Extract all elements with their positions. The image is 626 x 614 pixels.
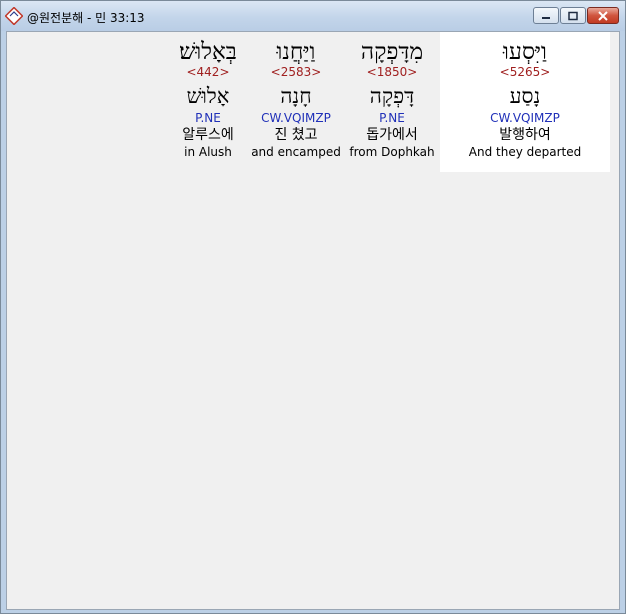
close-button[interactable] [587,7,619,24]
hebrew-word: בְּאָלוּשׁ׃ [179,39,237,65]
verse-words-row: וַיִּסְעוּ <5265> נָסַע CW.VQIMZP 발행하여 A… [168,32,610,172]
parsing-code: CW.VQIMZP [490,111,560,125]
word-column-4[interactable]: בְּאָלוּשׁ׃ <442> אָלוּשׁ P.NE 알루스에 in A… [168,32,248,172]
parsing-code: CW.VQIMZP [261,111,331,125]
word-column-1[interactable]: וַיִּסְעוּ <5265> נָסַע CW.VQIMZP 발행하여 A… [440,32,610,172]
window-title: @원전분해 - 민 33:13 [27,11,145,25]
word-column-3[interactable]: וַיַּחֲנוּ <2583> חָנָה CW.VQIMZP 진 쳤고 a… [248,32,344,172]
korean-gloss: 돕가에서 [366,127,418,143]
caption-buttons [532,7,619,26]
korean-gloss: 진 쳤고 [274,127,318,143]
parsing-code: P.NE [195,111,221,125]
lemma: דָּפְקָה [369,84,415,108]
korean-gloss: 발행하여 [499,127,551,143]
app-window: @원전분해 - 민 33:13 וַיִּסְעוּ <5265> נָסַע … [0,0,626,614]
lemma: אָלוּשׁ [186,84,230,108]
maximize-icon [568,11,578,20]
strong-number[interactable]: <2583> [271,65,322,80]
english-gloss: And they departed [468,145,582,159]
english-gloss: and encamped [251,145,341,159]
strong-number[interactable]: <442> [186,65,229,80]
english-gloss: from Dophkah [349,145,435,159]
parsing-code: P.NE [379,111,405,125]
strong-number[interactable]: <1850> [367,65,418,80]
minimize-button[interactable] [533,7,559,24]
strong-number[interactable]: <5265> [500,65,551,80]
hebrew-word: וַיִּסְעוּ [503,39,547,65]
lemma: נָסַע [509,84,541,108]
lemma: חָנָה [280,84,312,108]
hebrew-word: וַיַּחֲנוּ [276,39,316,65]
word-column-2[interactable]: מִדָּפְקָה <1850> דָּפְקָה P.NE 돕가에서 fro… [344,32,440,172]
minimize-icon [542,16,550,19]
verse-analysis-pane: וַיִּסְעוּ <5265> נָסַע CW.VQIMZP 발행하여 A… [6,31,620,610]
title-bar[interactable]: @원전분해 - 민 33:13 [1,1,625,31]
korean-gloss: 알루스에 [182,127,234,143]
hebrew-word: מִדָּפְקָה [360,39,424,65]
maximize-button[interactable] [560,7,586,24]
close-icon [598,10,608,21]
app-icon [5,7,23,25]
english-gloss: in Alush [184,145,232,159]
